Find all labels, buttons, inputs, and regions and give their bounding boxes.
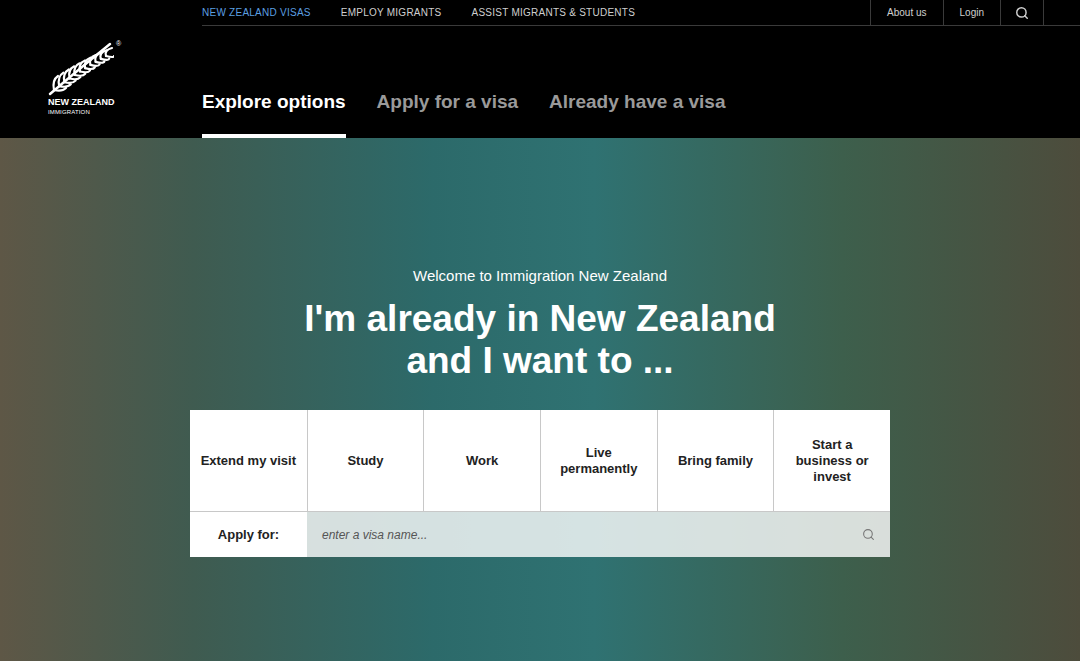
option-tile[interactable]: Bring family: [657, 410, 774, 511]
search-button[interactable]: [1000, 0, 1044, 25]
logo[interactable]: ® NEW ZEALANDIMMIGRATION: [0, 0, 202, 138]
headline: I'm already in New Zealandand I want to …: [304, 298, 775, 382]
visa-search-field[interactable]: enter a visa name...: [307, 512, 890, 557]
utility-link[interactable]: About us: [870, 0, 942, 25]
fern-icon: [48, 40, 114, 96]
apply-for-row: Apply for: enter a visa name...: [190, 511, 890, 557]
top-nav-item[interactable]: ASSIST MIGRANTS & STUDENTS: [472, 5, 636, 20]
welcome-text: Welcome to Immigration New Zealand: [413, 266, 667, 286]
top-nav-item[interactable]: EMPLOY MIGRANTS: [341, 5, 442, 20]
main-tab[interactable]: Already have a visa: [549, 88, 725, 139]
visa-search-placeholder: enter a visa name...: [322, 526, 862, 544]
page: ® NEW ZEALANDIMMIGRATION NEW ZEALAND VISAS…: [0, 0, 1080, 661]
search-icon: [1015, 6, 1029, 20]
option-tile[interactable]: Start a business or invest: [773, 410, 890, 511]
registered-mark: ®: [116, 40, 121, 47]
option-tile[interactable]: Live permanently: [540, 410, 657, 511]
hero-photo: Welcome to Immigration New Zealand I'm al…: [0, 138, 1080, 661]
search-icon: [862, 528, 875, 541]
header: ® NEW ZEALANDIMMIGRATION NEW ZEALAND VISAS…: [0, 0, 1080, 138]
utility-link[interactable]: Login: [943, 0, 1000, 25]
options-grid: Extend my visitStudyWorkLive permanently…: [190, 410, 890, 511]
logo-subtitle: IMMIGRATION: [48, 108, 202, 116]
option-tile[interactable]: Work: [423, 410, 540, 511]
top-nav: NEW ZEALAND VISAS EMPLOY MIGRANTS ASSIST M…: [202, 0, 1080, 26]
main-tab[interactable]: Explore options: [202, 88, 346, 139]
top-nav-item[interactable]: NEW ZEALAND VISAS: [202, 5, 311, 20]
logo-title: NEW ZEALAND: [48, 97, 202, 108]
apply-for-label: Apply for:: [190, 512, 307, 557]
main-tab[interactable]: Apply for a visa: [377, 88, 519, 139]
option-tile[interactable]: Study: [307, 410, 424, 511]
main-tabs: Explore options Apply for a visa Already h…: [202, 26, 1080, 138]
option-tile[interactable]: Extend my visit: [190, 410, 307, 511]
